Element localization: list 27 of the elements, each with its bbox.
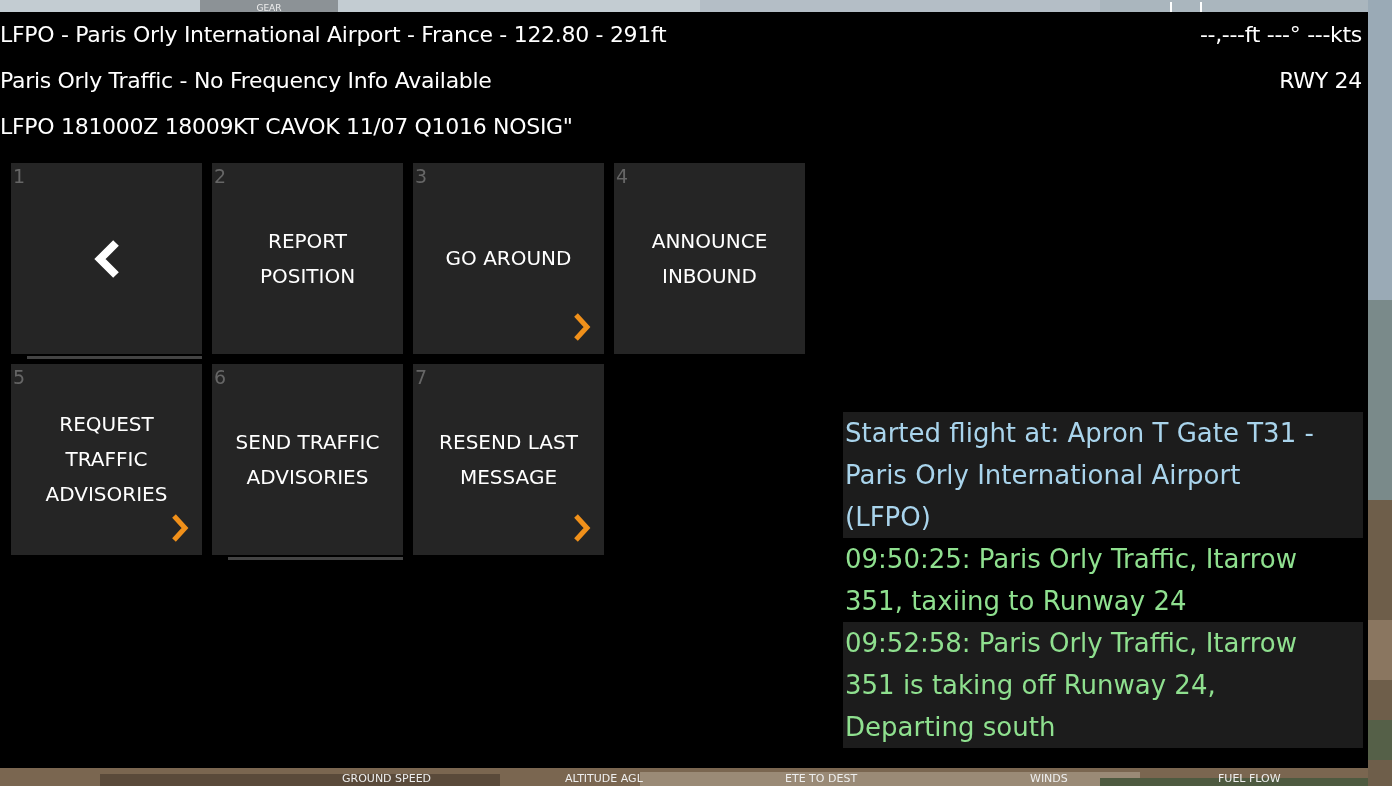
menu-button[interactable]: 6 SEND TRAFFIC ADVISORIES xyxy=(212,364,403,555)
log-message: 09:50:25: Paris Orly Traffic, Itarrow 351, taxiing to Runway 24 xyxy=(844,543,1298,618)
button-number: 1 xyxy=(13,165,26,187)
button-number: 5 xyxy=(13,366,26,388)
airport-info: LFPO - Paris Orly International Airport - France - 122.80 - 291ft xyxy=(0,21,667,49)
gauge-label: ETE TO DEST xyxy=(785,771,858,785)
gauge-label: FUEL FLOW xyxy=(1218,771,1281,785)
gauge-label: GROUND SPEED xyxy=(342,771,432,785)
metar-text: LFPO 181000Z 18009KT CAVOK 11/07 Q1016 NOSIG" xyxy=(0,113,573,141)
flight-readout: --,---ft ---° ---kts xyxy=(1199,21,1362,49)
menu-button[interactable]: 4 ANNOUNCE INBOUND xyxy=(614,163,805,354)
log-message: Started flight at: Apron T Gate T31 - Paris Orly International Airport (LFPO) xyxy=(843,412,1363,538)
menu-button[interactable]: 5 REQUEST TRAFFIC ADVISORIES xyxy=(11,364,202,555)
log-message: 09:52:58: Paris Orly Traffic, Itarrow 351 is taking off Runway 24, Departing south xyxy=(843,622,1363,748)
menu-button[interactable]: 7 RESEND LAST MESSAGE xyxy=(413,364,604,555)
frequency-info: Paris Orly Traffic - No Frequency Info Available xyxy=(0,67,492,95)
gauge-label: ALTITUDE AGL xyxy=(565,771,643,785)
back-chevron-icon xyxy=(93,238,120,279)
runway-label: RWY 24 xyxy=(1279,67,1362,95)
gauge-label: WINDS xyxy=(1030,771,1068,785)
button-number: 7 xyxy=(415,366,428,388)
menu-button[interactable]: 2 REPORT POSITION xyxy=(212,163,403,354)
button-number: 2 xyxy=(214,165,227,187)
menu-button[interactable]: 3 GO AROUND xyxy=(413,163,604,354)
button-number: 4 xyxy=(616,165,629,187)
button-number: 6 xyxy=(214,366,227,388)
button-number: 3 xyxy=(415,165,428,187)
